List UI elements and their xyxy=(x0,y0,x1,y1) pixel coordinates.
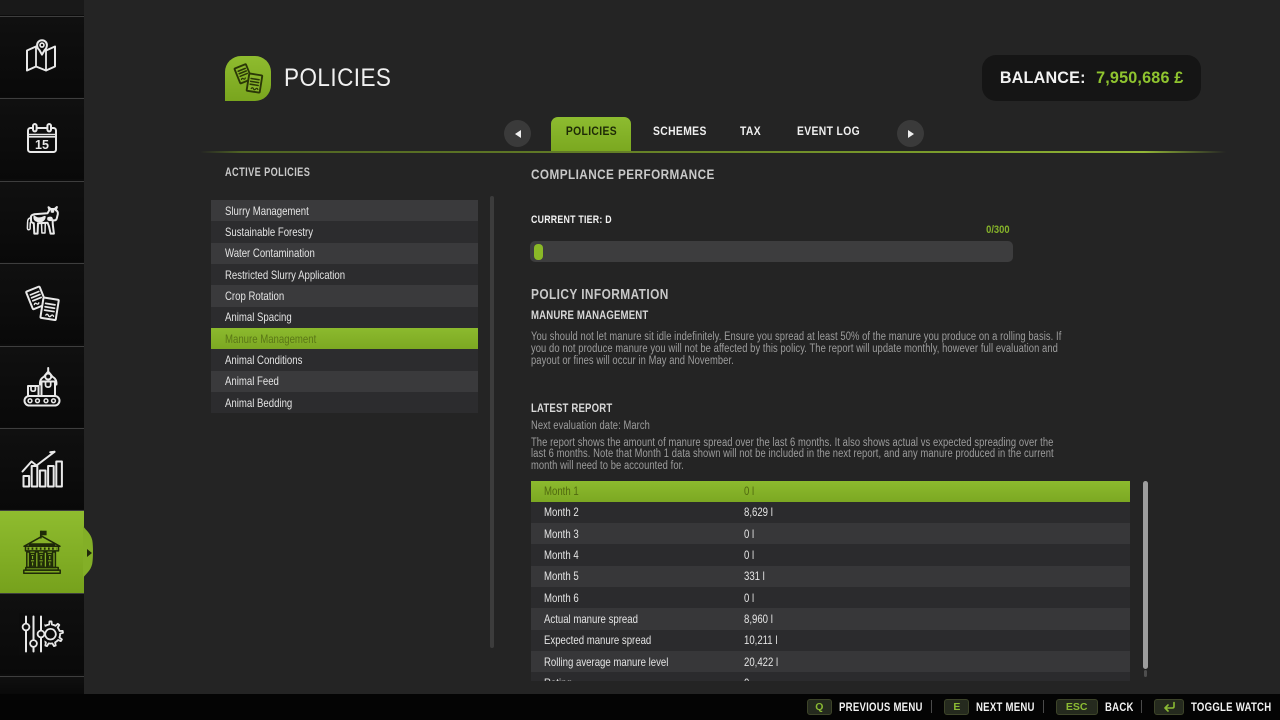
svg-text:15: 15 xyxy=(35,138,49,152)
